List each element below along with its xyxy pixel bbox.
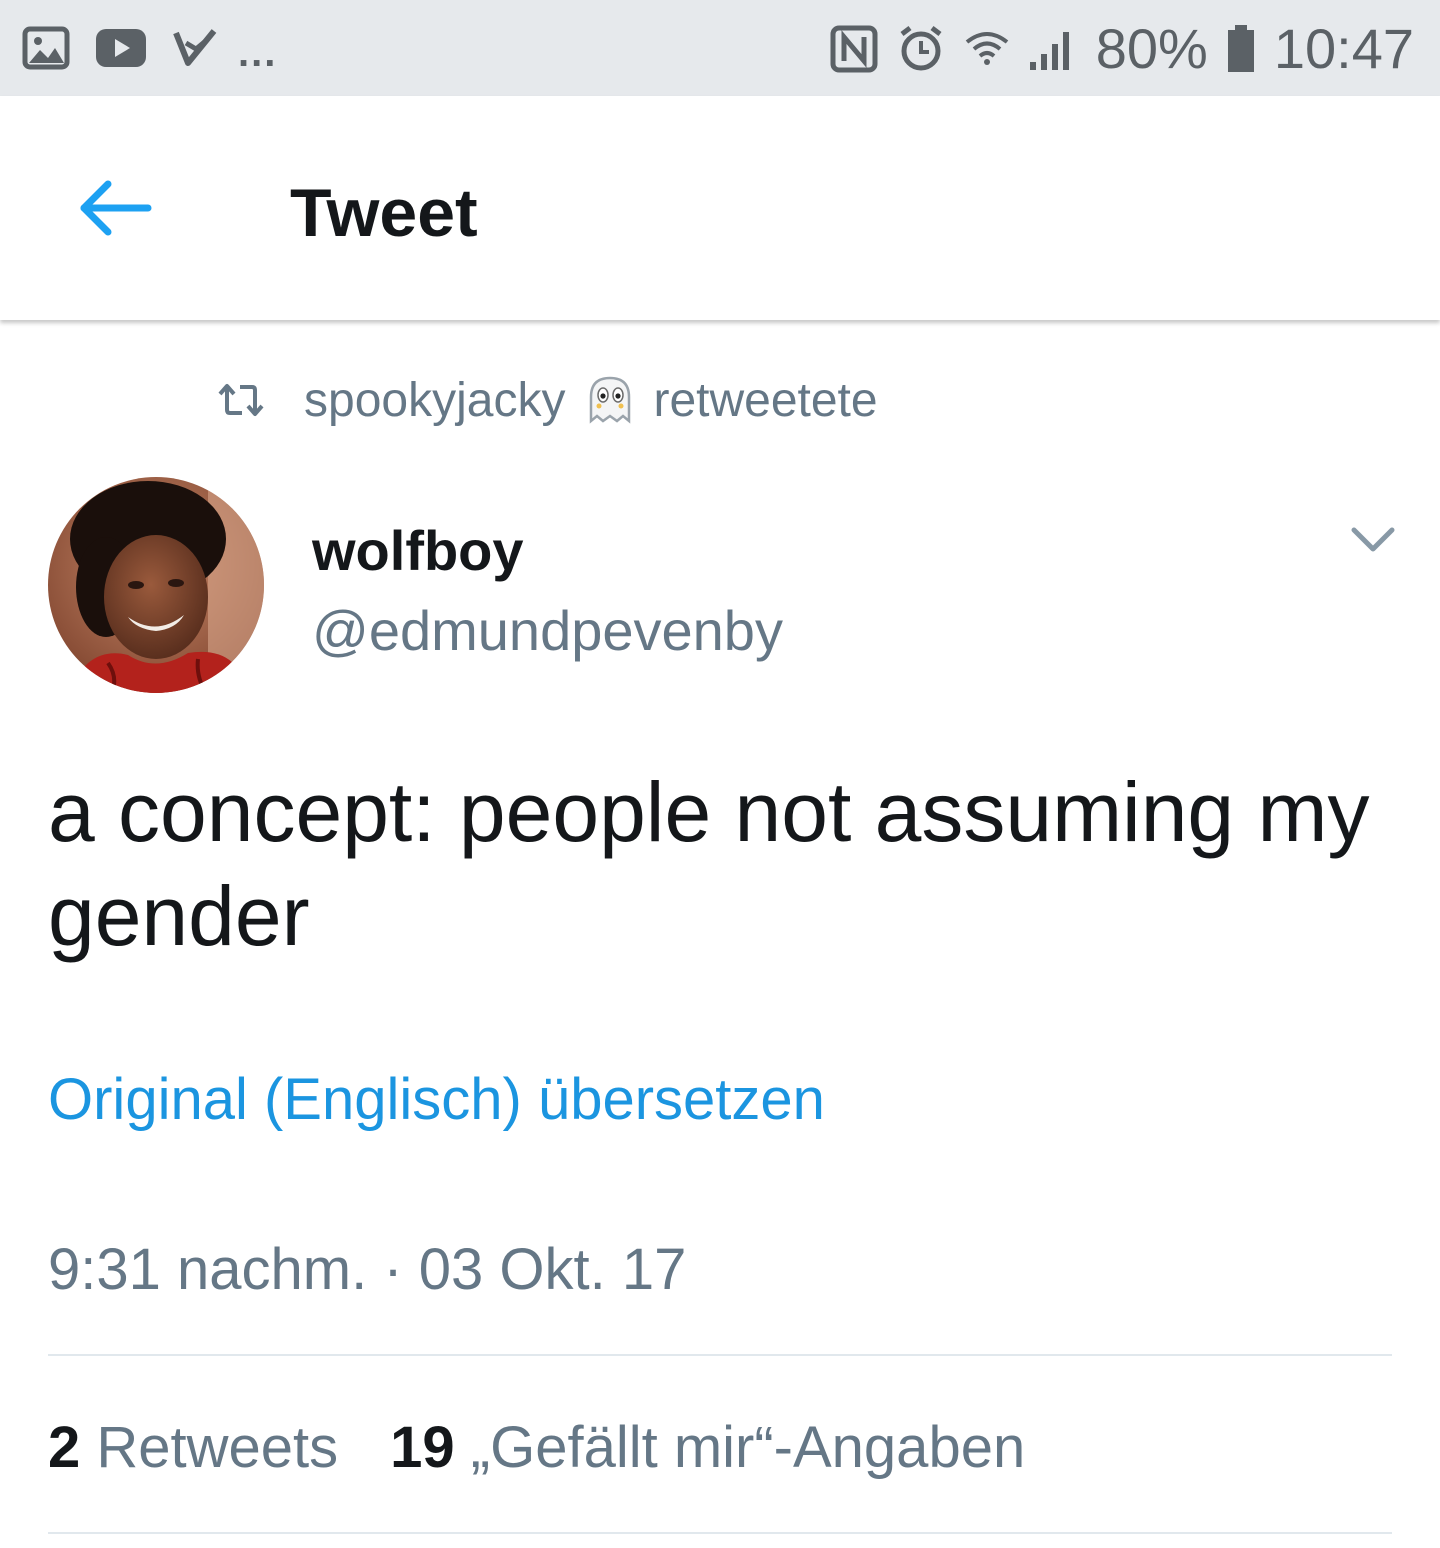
status-time: 10:47 (1273, 17, 1414, 80)
nfc-icon (830, 25, 878, 73)
tweet-text: a concept: people not assuming my gender (48, 765, 1370, 963)
status-overflow-dots: ... (238, 30, 278, 75)
profile-photo (48, 477, 264, 693)
retweets-count: 2 (48, 1415, 81, 1480)
signal-icon (1029, 32, 1069, 70)
avatar[interactable] (48, 477, 264, 693)
divider (48, 1354, 1392, 1356)
battery-percent: 80% (1095, 17, 1208, 80)
divider (48, 1532, 1392, 1534)
chevron-down-icon (1351, 527, 1395, 552)
arrow-left-icon (80, 180, 152, 236)
retweet-action-label: retweetete (653, 373, 878, 427)
tweet-timestamp: 9:31 nachm. · 03 Okt. 17 (48, 1237, 687, 1302)
retweet-icon (218, 384, 264, 416)
retweeter-name[interactable]: spookyjacky (304, 373, 565, 428)
back-button[interactable] (72, 176, 156, 240)
page-title: Tweet (290, 175, 478, 251)
retweet-context: spookyjacky retweetete (216, 372, 878, 428)
app-header: Tweet (0, 96, 1440, 320)
tweet-stats: 2 Retweets 19 „Gefällt mir“-Angaben (48, 1414, 1025, 1481)
status-bar: ... 80% 10:47 (0, 0, 1440, 96)
likes-stat[interactable]: 19 „Gefällt mir“-Angaben (390, 1414, 1025, 1481)
task-check-icon (173, 29, 217, 66)
author-handle: @edmundpevenby (312, 599, 783, 662)
likes-count: 19 (390, 1415, 455, 1480)
wifi-icon (965, 32, 1009, 65)
likes-label: „Gefällt mir“-Angaben (454, 1415, 1026, 1480)
gallery-icon (22, 26, 70, 70)
translate-link[interactable]: Original (Englisch) übersetzen (48, 1066, 825, 1133)
retweets-label: Retweets (80, 1415, 339, 1480)
tweet-menu-button[interactable] (1346, 520, 1400, 560)
author-name[interactable]: wolfboy (312, 518, 524, 583)
ghost-emoji-icon (590, 376, 631, 424)
alarm-icon (900, 26, 942, 71)
retweets-stat[interactable]: 2 Retweets (48, 1414, 338, 1481)
battery-icon (1227, 25, 1254, 72)
youtube-icon (96, 29, 146, 67)
